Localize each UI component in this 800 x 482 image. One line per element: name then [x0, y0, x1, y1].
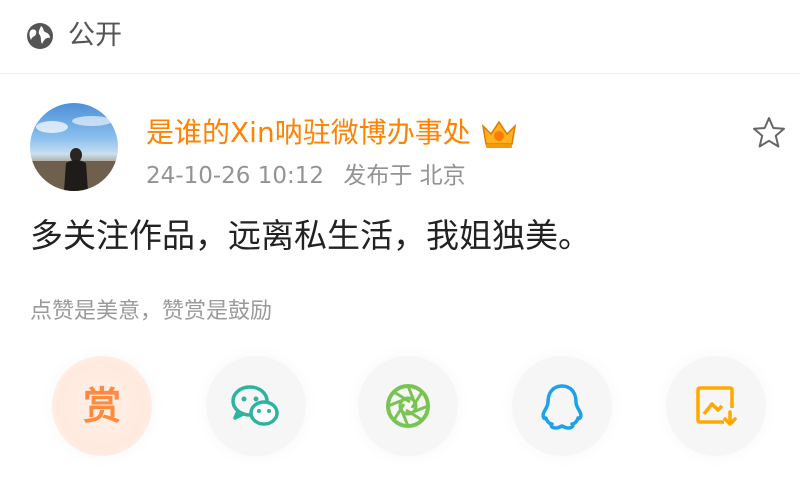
reward-hint: 点赞是美意，赞赏是鼓励 [30, 299, 273, 324]
avatar[interactable] [30, 103, 118, 191]
crown-icon [481, 120, 516, 148]
post-source: 发布于 北京 [343, 163, 466, 189]
save-image-icon [696, 386, 737, 426]
post-timestamp: 24-10-26 10:12 [146, 163, 324, 189]
reward-button[interactable]: 赏 [52, 356, 152, 456]
favorite-star-icon[interactable] [750, 114, 788, 152]
globe-icon [27, 23, 53, 49]
share-row: 赏 [0, 356, 800, 460]
avatar-image [30, 116, 118, 191]
wechat-icon [231, 385, 279, 426]
wechat-share-button[interactable] [206, 356, 306, 456]
save-image-button[interactable] [666, 356, 766, 456]
username-row: 是谁的Xin呐驻微博办事处 [146, 113, 519, 153]
moments-icon [386, 384, 430, 428]
top-bar: 公开 [0, 0, 800, 74]
visibility-label[interactable]: 公开 [68, 18, 122, 54]
username[interactable]: 是谁的Xin呐驻微博办事处 [146, 113, 471, 153]
post-meta: 24-10-26 10:12 发布于 北京 [146, 160, 466, 192]
reward-icon: 赏 [82, 384, 121, 428]
qq-share-button[interactable] [512, 356, 612, 456]
qq-icon [541, 384, 583, 430]
post-content: 多关注作品，远离私生活，我姐独美。 [30, 216, 591, 255]
moments-share-button[interactable] [358, 356, 458, 456]
